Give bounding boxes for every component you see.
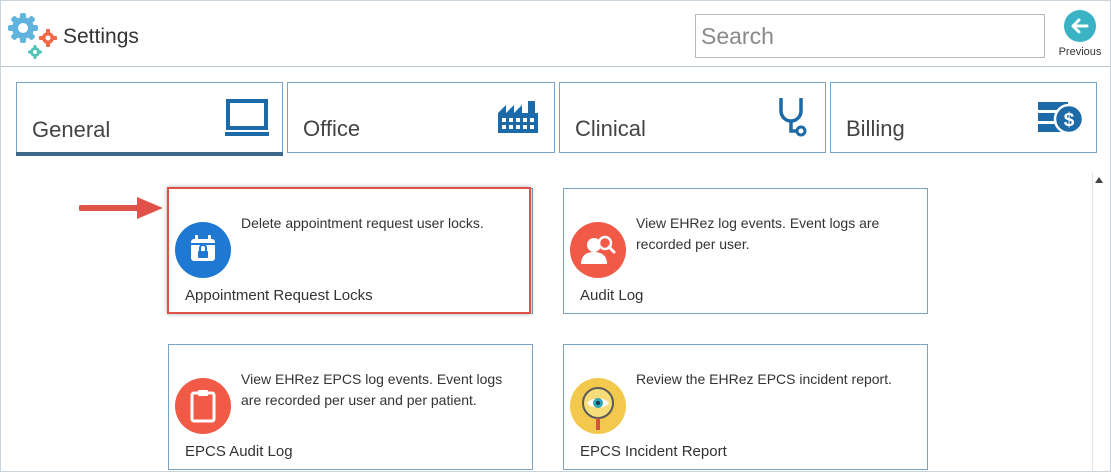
money-stack-icon: $: [1038, 102, 1084, 135]
monitor-icon: [225, 99, 269, 136]
card-title: Appointment Request Locks: [185, 287, 373, 304]
vertical-scrollbar[interactable]: [1092, 173, 1106, 472]
card-appointment-request-locks[interactable]: Delete appointment request user locks. A…: [168, 188, 533, 314]
tab-office[interactable]: Office: [287, 82, 555, 153]
gears-logo-icon: [8, 13, 57, 59]
stethoscope-icon: [779, 98, 807, 137]
factory-icon: [498, 101, 538, 133]
header-bar: Settings Previous: [1, 1, 1110, 67]
svg-text:$: $: [1064, 110, 1075, 131]
card-title: Audit Log: [580, 287, 644, 304]
card-description: View EHRez log events. Event logs are re…: [636, 215, 880, 252]
tab-general[interactable]: General: [16, 82, 283, 153]
tab-label: Clinical: [575, 116, 646, 141]
annotation-arrow-icon: [79, 197, 163, 219]
tab-billing[interactable]: Billing $: [830, 82, 1097, 153]
tab-label: Office: [303, 116, 361, 141]
scroll-up-arrow-icon[interactable]: [1095, 177, 1103, 183]
card-title: EPCS Incident Report: [580, 443, 727, 460]
card-title: EPCS Audit Log: [185, 443, 293, 460]
back-arrow-icon: [1064, 10, 1096, 42]
user-search-icon: [570, 222, 626, 278]
card-audit-log[interactable]: View EHRez log events. Event logs are re…: [563, 188, 928, 314]
previous-label: Previous: [1058, 46, 1102, 58]
tab-clinical[interactable]: Clinical: [559, 82, 826, 153]
card-description: Delete appointment request user locks.: [241, 215, 484, 231]
page-title: Settings: [63, 25, 139, 48]
card-epcs-incident-report[interactable]: Review the EHRez EPCS incident report. E…: [563, 344, 928, 470]
active-tab-indicator: [16, 152, 283, 156]
card-description: Review the EHRez EPCS incident report.: [636, 371, 892, 387]
tab-label: General: [32, 117, 111, 142]
card-description: View EHRez EPCS log events. Event logs a…: [241, 371, 503, 408]
magnifier-eye-icon: [570, 378, 626, 434]
settings-window: Settings Previous General Office: [0, 0, 1111, 472]
calendar-lock-icon: [175, 222, 231, 278]
previous-button[interactable]: Previous: [1055, 9, 1105, 63]
clipboard-icon: [175, 378, 231, 434]
tab-label: Billing: [846, 116, 905, 141]
search-input[interactable]: [695, 14, 1045, 58]
card-epcs-audit-log[interactable]: View EHRez EPCS log events. Event logs a…: [168, 344, 533, 470]
